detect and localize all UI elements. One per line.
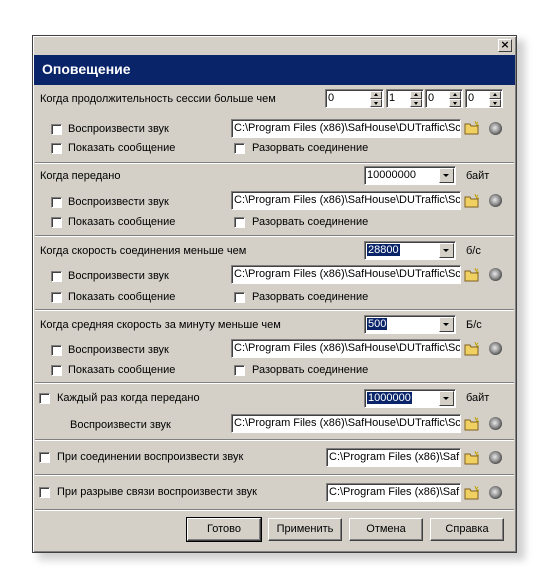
speed-unit: б/с (466, 245, 481, 257)
session-extra-spinner[interactable]: 0 (465, 89, 503, 108)
avg-speed-show-message-checkbox[interactable] (51, 365, 62, 376)
speed-show-message-checkbox[interactable] (51, 292, 62, 303)
transferred-play-sound-label: Воспроизвести звук (68, 196, 169, 208)
ok-button[interactable]: Готово (186, 517, 262, 542)
transferred-show-message-checkbox[interactable] (51, 217, 62, 228)
apply-button[interactable]: Применить (268, 518, 342, 541)
close-button[interactable]: × (498, 39, 512, 52)
spin-up-icon[interactable] (370, 91, 382, 99)
dropdown-arrow-icon[interactable] (439, 317, 454, 332)
separator (35, 235, 514, 237)
avg-speed-disconnect-checkbox[interactable] (234, 365, 245, 376)
on-disconnect-sound-path-input[interactable]: C:\Program Files (x86)\SafH (326, 483, 461, 502)
session-show-message-label: Показать сообщение (68, 142, 176, 154)
speed-disconnect-checkbox[interactable] (234, 292, 245, 303)
on-connect-label: При соединении воспроизвести звук (57, 451, 244, 463)
avg-speed-dropdown[interactable]: 500 (364, 315, 456, 334)
spin-down-icon[interactable] (489, 99, 501, 107)
speaker-icon[interactable] (489, 122, 502, 135)
avg-speed-unit: Б/с (466, 319, 482, 331)
speed-play-sound-label: Воспроизвести звук (68, 270, 169, 282)
separator (35, 439, 514, 441)
separator (35, 474, 514, 476)
speaker-icon[interactable] (489, 194, 502, 207)
speed-label: Когда скорость соединения меньше чем (40, 245, 247, 257)
session-hours-spinner[interactable]: 0 (325, 89, 384, 108)
session-play-sound-checkbox[interactable] (51, 124, 62, 135)
transferred-play-sound-checkbox[interactable] (51, 197, 62, 208)
separator (35, 162, 514, 164)
transferred-show-message-label: Показать сообщение (68, 216, 176, 228)
folder-icon[interactable] (464, 417, 480, 431)
avg-speed-play-sound-checkbox[interactable] (51, 345, 62, 356)
speaker-icon[interactable] (489, 417, 502, 430)
session-minutes-spinner[interactable]: 1 (386, 89, 424, 108)
avg-speed-label: Когда средняя скорость за минуту меньше … (40, 319, 281, 331)
each-time-play-sound-label: Воспроизвести звук (70, 419, 171, 431)
speed-dropdown[interactable]: 28800 (364, 241, 456, 260)
transferred-disconnect-label: Разорвать соединение (252, 216, 369, 228)
spin-up-icon[interactable] (449, 91, 461, 99)
on-connect-checkbox[interactable] (39, 452, 50, 463)
avg-speed-show-message-label: Показать сообщение (68, 364, 176, 376)
avg-speed-disconnect-label: Разорвать соединение (252, 364, 369, 376)
transferred-disconnect-checkbox[interactable] (234, 217, 245, 228)
dialog-title: Оповещение (42, 61, 131, 77)
session-show-message-checkbox[interactable] (51, 143, 62, 154)
session-seconds-spinner[interactable]: 0 (425, 89, 463, 108)
session-disconnect-checkbox[interactable] (234, 143, 245, 154)
separator (35, 382, 514, 384)
help-button[interactable]: Справка (430, 518, 504, 541)
each-time-label: Каждый раз когда передано (57, 392, 200, 404)
each-time-checkbox[interactable] (39, 393, 50, 404)
each-time-sound-path-input[interactable]: C:\Program Files (x86)\SafHouse\DUTraffi… (231, 414, 461, 433)
session-disconnect-label: Разорвать соединение (252, 142, 369, 154)
spin-down-icon[interactable] (449, 99, 461, 107)
folder-icon[interactable] (464, 268, 480, 282)
speaker-icon[interactable] (489, 268, 502, 281)
dropdown-arrow-icon[interactable] (439, 168, 454, 183)
speaker-icon[interactable] (489, 451, 502, 464)
separator (35, 309, 514, 311)
spin-up-icon[interactable] (489, 91, 501, 99)
speaker-icon[interactable] (489, 342, 502, 355)
on-disconnect-label: При разрыве связи воспроизвести звук (57, 486, 257, 498)
transferred-label: Когда передано (40, 170, 121, 182)
dropdown-arrow-icon[interactable] (439, 243, 454, 258)
transferred-dropdown[interactable]: 10000000 (364, 166, 456, 185)
session-sound-path-input[interactable]: C:\Program Files (x86)\SafHouse\DUTraffi… (231, 119, 461, 138)
title-bar: × (34, 37, 515, 55)
dropdown-arrow-icon[interactable] (439, 391, 454, 406)
speed-show-message-label: Показать сообщение (68, 291, 176, 303)
folder-icon[interactable] (464, 194, 480, 208)
dialog-header: Оповещение (34, 55, 515, 85)
speed-disconnect-label: Разорвать соединение (252, 291, 369, 303)
on-connect-sound-path-input[interactable]: C:\Program Files (x86)\SafH (326, 448, 461, 467)
spin-up-icon[interactable] (410, 91, 422, 99)
each-time-unit: байт (466, 392, 490, 404)
avg-speed-sound-path-input[interactable]: C:\Program Files (x86)\SafHouse\DUTraffi… (231, 339, 461, 358)
notification-dialog: × Оповещение Когда продолжительность сес… (32, 35, 517, 553)
transferred-sound-path-input[interactable]: C:\Program Files (x86)\SafHouse\DUTraffi… (231, 191, 461, 210)
spin-down-icon[interactable] (370, 99, 382, 107)
cancel-button[interactable]: Отмена (349, 518, 423, 541)
session-play-sound-label: Воспроизвести звук (68, 123, 169, 135)
session-duration-label: Когда продолжительность сессии больше че… (40, 93, 276, 105)
folder-icon[interactable] (464, 121, 480, 135)
close-icon: × (500, 38, 510, 51)
on-disconnect-checkbox[interactable] (39, 487, 50, 498)
folder-icon[interactable] (464, 486, 480, 500)
spin-down-icon[interactable] (410, 99, 422, 107)
speed-play-sound-checkbox[interactable] (51, 271, 62, 282)
each-time-dropdown[interactable]: 1000000 (364, 389, 456, 408)
transferred-unit: байт (466, 170, 490, 182)
speaker-icon[interactable] (489, 486, 502, 499)
folder-icon[interactable] (464, 451, 480, 465)
speed-sound-path-input[interactable]: C:\Program Files (x86)\SafHouse\DUTraffi… (231, 265, 461, 284)
avg-speed-play-sound-label: Воспроизвести звук (68, 344, 169, 356)
folder-icon[interactable] (464, 342, 480, 356)
separator (35, 509, 514, 511)
